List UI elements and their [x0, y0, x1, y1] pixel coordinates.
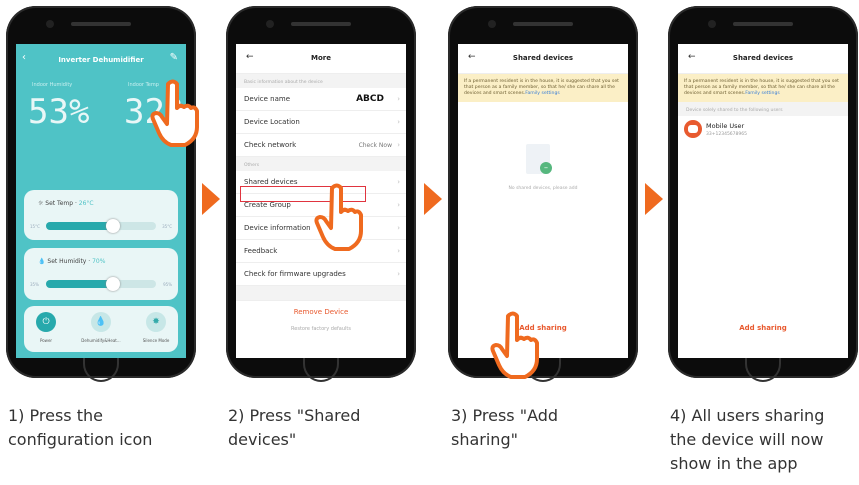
- shared-devices-list-screen: ← Shared devices If a permanent resident…: [678, 44, 848, 358]
- row-device-name[interactable]: Device name ABCD ›: [236, 88, 406, 111]
- screen-title: Shared devices: [732, 54, 794, 62]
- power-label: Power: [39, 338, 53, 343]
- row-label: Check for firmware upgrades: [244, 270, 346, 278]
- dehumidify-icon[interactable]: 💧: [91, 312, 111, 332]
- user-name: Mobile User: [706, 122, 745, 130]
- add-sharing-button[interactable]: Add sharing: [678, 316, 848, 340]
- control-buttons: ⏻ Power 💧 Dehumidify&Heat... ✸ Silence M…: [24, 306, 178, 352]
- set-temp-label: Set Temp: [45, 200, 74, 207]
- temp-slider-knob[interactable]: [106, 219, 120, 233]
- chevron-right-icon: ›: [397, 178, 400, 186]
- chevron-right-icon: ›: [397, 95, 400, 103]
- list-item[interactable]: Mobile User 33+12345678965: [678, 116, 848, 146]
- caption-step-2: 2) Press "Shared devices": [228, 406, 361, 449]
- pointer-hand-icon: [490, 311, 539, 379]
- row-label: Check network: [244, 141, 297, 149]
- home-button: [745, 358, 781, 382]
- caption-step-3: 3) Press "Add sharing": [451, 406, 559, 449]
- home-button: [83, 358, 119, 382]
- chevron-right-icon: ›: [397, 224, 400, 232]
- pointer-hand-icon: [314, 183, 363, 251]
- row-label: Create Group: [244, 201, 291, 209]
- family-settings-link[interactable]: Family settings: [525, 91, 560, 96]
- dehumidify-label: Dehumidify&Heat...: [81, 338, 121, 343]
- humidity-slider[interactable]: [46, 277, 156, 291]
- family-settings-link[interactable]: Family settings: [745, 91, 780, 96]
- family-note: If a permanent resident is in the house,…: [678, 74, 848, 102]
- phone-4: ← Shared devices If a permanent resident…: [668, 6, 858, 382]
- add-badge-icon: –: [540, 162, 552, 174]
- restore-defaults-button[interactable]: Restore factory defaults: [236, 322, 406, 332]
- caption-step-1: 1) Press the configuration icon: [8, 406, 153, 449]
- row-firmware[interactable]: Check for firmware upgrades ›: [236, 263, 406, 286]
- row-label: Feedback: [244, 247, 278, 255]
- edit-icon[interactable]: ✎: [170, 52, 178, 63]
- set-humidity-value: 70%: [92, 258, 106, 265]
- row-check-network[interactable]: Check network Check Now ›: [236, 134, 406, 157]
- humidity-max: 95%: [163, 282, 172, 287]
- set-humidity-card: 💧 Set Humidity · 70% 35% 95%: [24, 248, 178, 300]
- pointer-hand-icon: [150, 79, 199, 147]
- caption-step-4: 4) All users sharing the device will now…: [670, 406, 825, 473]
- device-name-value: ABCD: [356, 94, 384, 104]
- chevron-right-icon: ›: [397, 201, 400, 209]
- home-button: [303, 358, 339, 382]
- temp-slider[interactable]: [46, 219, 156, 233]
- screen-title: More: [311, 54, 331, 62]
- avatar: [684, 120, 702, 138]
- chevron-right-icon: ›: [397, 141, 400, 149]
- set-humidity-label: Set Humidity: [47, 258, 87, 265]
- section-basic: Basic information about the device: [236, 74, 406, 88]
- row-label: Device name: [244, 95, 291, 103]
- humidity-label: Indoor Humidity: [32, 82, 73, 88]
- humidity-value: 53%: [28, 92, 90, 132]
- row-label: Shared devices: [244, 178, 298, 186]
- screen-title: Inverter Dehumidifier: [58, 56, 144, 64]
- chevron-right-icon: ›: [397, 247, 400, 255]
- screen-title: Shared devices: [512, 54, 574, 62]
- humidity-slider-knob[interactable]: [106, 277, 120, 291]
- arrow-icon: [424, 183, 442, 215]
- chevron-right-icon: ›: [397, 270, 400, 278]
- empty-message: No shared devices, please add: [508, 186, 578, 191]
- row-label: Device Location: [244, 118, 300, 126]
- remove-device-button[interactable]: Remove Device: [236, 300, 406, 322]
- shared-users-label: Device solely shared to the following us…: [678, 102, 848, 116]
- row-device-location[interactable]: Device Location ›: [236, 111, 406, 134]
- temp-min: 15°C: [30, 224, 40, 229]
- check-now-value: Check Now: [358, 142, 392, 149]
- humidity-min: 35%: [30, 282, 39, 287]
- fan-icon[interactable]: ✸: [146, 312, 166, 332]
- section-others: Others: [236, 157, 406, 171]
- power-icon[interactable]: ⏻: [36, 312, 56, 332]
- silence-label: Silence Mode: [142, 338, 170, 343]
- set-temp-card: ☼ Set Temp · 26°C 15°C 35°C: [24, 190, 178, 240]
- arrow-icon: [645, 183, 663, 215]
- family-note: If a permanent resident is in the house,…: [458, 74, 628, 102]
- temp-max: 35°C: [162, 224, 172, 229]
- arrow-icon: [202, 183, 220, 215]
- set-temp-value: 26°C: [78, 200, 94, 207]
- user-phone: 33+12345678965: [706, 132, 747, 137]
- row-label: Device information: [244, 224, 311, 232]
- chevron-right-icon: ›: [397, 118, 400, 126]
- phone-1: ‹ Inverter Dehumidifier ✎ Indoor Humidit…: [6, 6, 196, 382]
